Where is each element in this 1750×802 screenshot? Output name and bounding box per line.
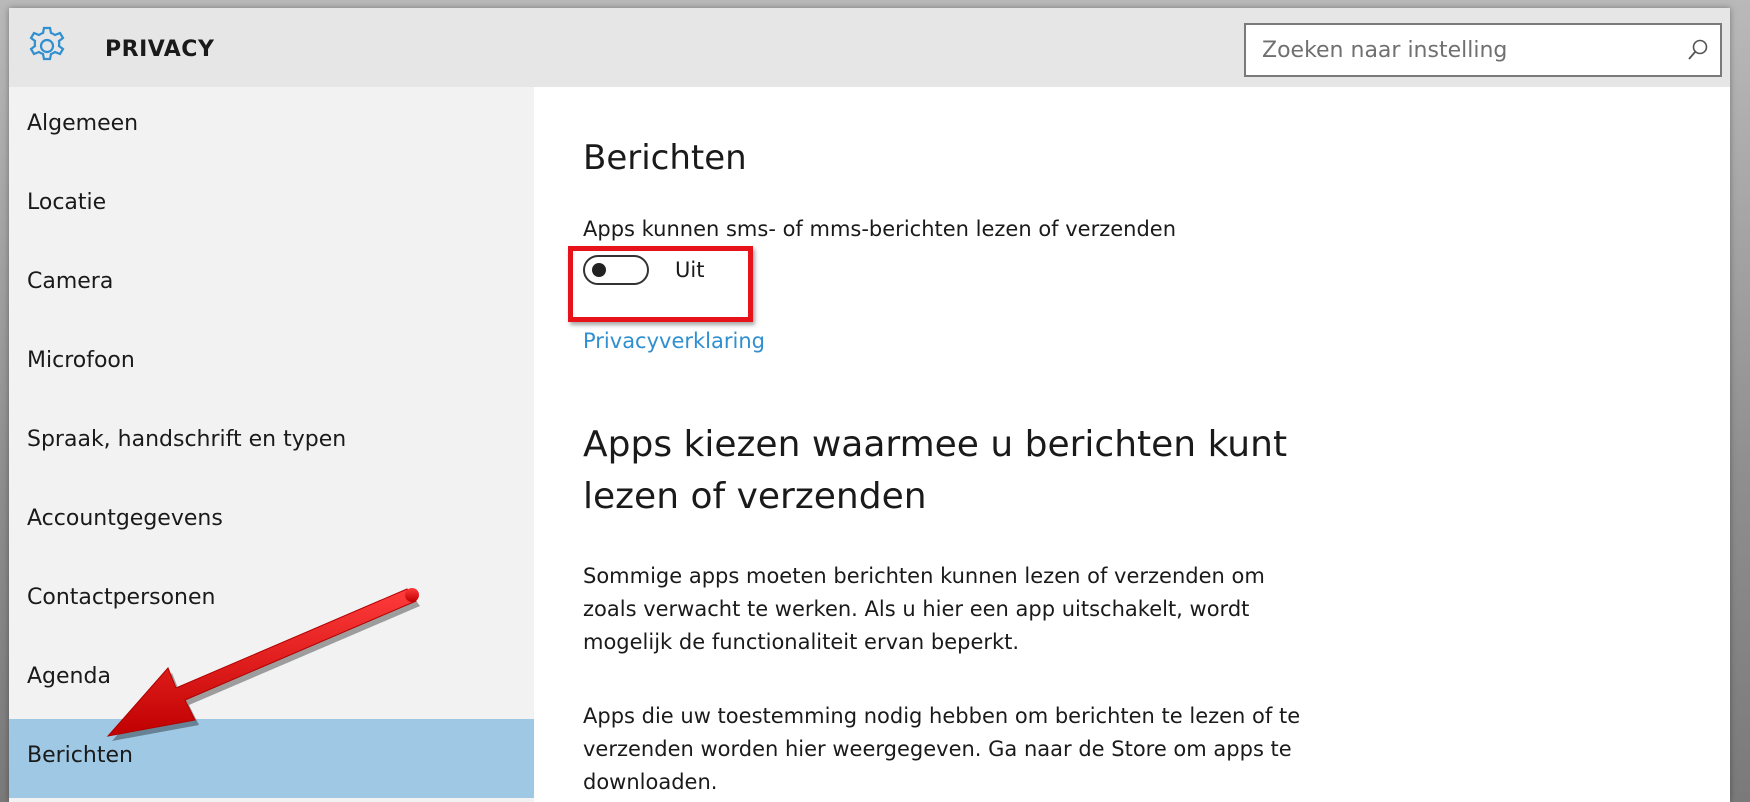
sidebar-item-agenda[interactable]: Agenda bbox=[9, 640, 534, 719]
sidebar-item-label: Accountgegevens bbox=[27, 506, 223, 531]
sidebar-item-microfoon[interactable]: Microfoon bbox=[9, 324, 534, 403]
sidebar-item-label: Contactpersonen bbox=[27, 585, 216, 610]
sidebar-item-accountgegevens[interactable]: Accountgegevens bbox=[9, 482, 534, 561]
sidebar: Algemeen Locatie Camera Microfoon Spraak… bbox=[9, 87, 534, 802]
sidebar-item-label: Algemeen bbox=[27, 111, 139, 136]
privacy-statement-link[interactable]: Privacyverklaring bbox=[583, 329, 765, 353]
sidebar-item-berichten[interactable]: Berichten bbox=[9, 719, 534, 798]
sidebar-item-label: Berichten bbox=[27, 743, 133, 768]
search-icon[interactable] bbox=[1686, 38, 1710, 62]
search-box[interactable] bbox=[1244, 23, 1722, 77]
sidebar-item-camera[interactable]: Camera bbox=[9, 245, 534, 324]
sidebar-item-algemeen[interactable]: Algemeen bbox=[9, 87, 534, 166]
sidebar-item-locatie[interactable]: Locatie bbox=[9, 166, 534, 245]
page-title: PRIVACY bbox=[105, 37, 215, 62]
section-heading: Apps kiezen waarmee u berichten kunt lez… bbox=[583, 424, 1288, 517]
main-content: Berichten Apps kunnen sms- of mms-berich… bbox=[534, 87, 1730, 802]
header-bar: PRIVACY bbox=[9, 8, 1730, 87]
sidebar-item-spraak[interactable]: Spraak, handschrift en typen bbox=[9, 403, 534, 482]
search-input[interactable] bbox=[1246, 25, 1666, 75]
sidebar-item-label: Locatie bbox=[27, 190, 107, 215]
sidebar-item-contactpersonen[interactable]: Contactpersonen bbox=[9, 561, 534, 640]
gear-icon bbox=[29, 26, 65, 61]
sidebar-item-label: Agenda bbox=[27, 664, 111, 689]
sidebar-item-label: Microfoon bbox=[27, 348, 135, 373]
sidebar-item-label: Spraak, handschrift en typen bbox=[27, 427, 347, 452]
info-paragraph: Apps die uw toestemming nodig hebben om … bbox=[583, 704, 1301, 794]
section-title: Berichten bbox=[583, 138, 747, 178]
annotation-highlight-box bbox=[568, 246, 753, 322]
sidebar-item-label: Camera bbox=[27, 269, 114, 294]
settings-window: PRIVACY Algemeen Locatie Camera Microfoo… bbox=[9, 8, 1730, 802]
description-paragraph: Sommige apps moeten berichten kunnen lez… bbox=[583, 564, 1265, 654]
toggle-label: Apps kunnen sms- of mms-berichten lezen … bbox=[583, 217, 1177, 241]
